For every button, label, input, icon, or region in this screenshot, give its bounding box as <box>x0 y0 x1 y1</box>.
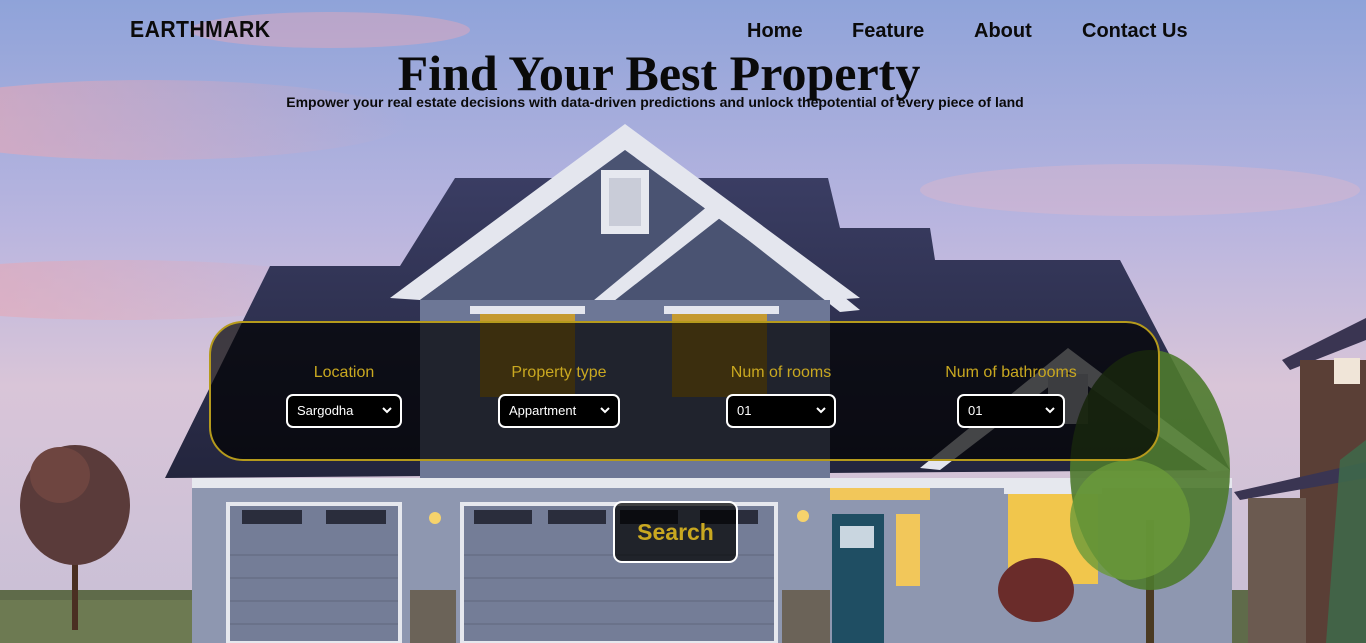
rooms-select[interactable]: 01 <box>726 394 836 428</box>
bathrooms-select-value: 01 <box>968 403 983 418</box>
nav-feature-link[interactable]: Feature <box>852 20 924 43</box>
nav-about-link[interactable]: About <box>974 20 1032 43</box>
rooms-select-value: 01 <box>737 403 752 418</box>
location-label: Location <box>313 364 375 381</box>
location-select-value: Sargodha <box>297 403 354 418</box>
rooms-label: Num of rooms <box>730 364 832 381</box>
bathrooms-label: Num of bathrooms <box>945 364 1077 381</box>
location-field: Location Sargodha <box>285 363 403 428</box>
hero-subtitle: Empower your real estate decisions with … <box>286 94 1024 110</box>
chevron-down-icon <box>382 407 392 414</box>
nav-home-link[interactable]: Home <box>747 20 803 43</box>
location-select[interactable]: Sargodha <box>286 394 402 428</box>
rooms-field: Num of rooms 01 <box>716 363 846 428</box>
property-type-select-value: Appartment <box>509 403 577 418</box>
chevron-down-icon <box>1045 407 1055 414</box>
nav-contact-link[interactable]: Contact Us <box>1082 20 1188 43</box>
chevron-down-icon <box>816 407 826 414</box>
bathrooms-field: Num of bathrooms 01 <box>931 363 1091 428</box>
search-filter-panel: Location Sargodha Property type Appartme… <box>209 321 1160 461</box>
bathrooms-select[interactable]: 01 <box>957 394 1065 428</box>
property-type-label: Property type <box>511 364 607 381</box>
search-button[interactable]: Search <box>613 501 738 563</box>
property-type-select[interactable]: Appartment <box>498 394 620 428</box>
property-type-field: Property type Appartment <box>497 363 621 428</box>
chevron-down-icon <box>600 407 610 414</box>
